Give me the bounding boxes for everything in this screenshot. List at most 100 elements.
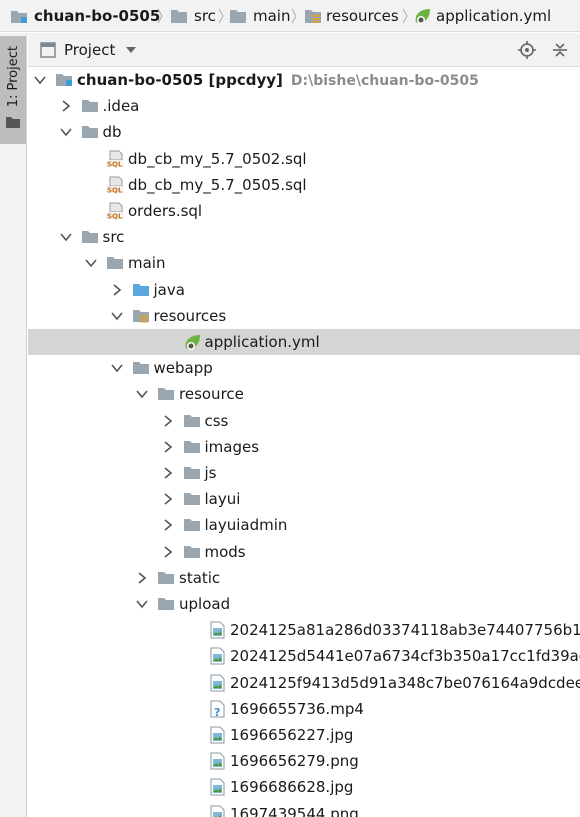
breadcrumb-item-resources[interactable]: resources [304, 0, 399, 31]
tree-row[interactable]: layui [28, 486, 580, 512]
module-folder-icon [56, 74, 72, 86]
chevron-right-icon[interactable] [161, 518, 175, 532]
breadcrumb-item-project[interactable]: chuan-bo-0505 [10, 0, 161, 31]
image-file-icon [210, 805, 225, 817]
collapse-all-icon[interactable] [551, 41, 569, 59]
source-folder-icon [132, 283, 149, 296]
image-file-icon [210, 726, 225, 744]
tree-row[interactable]: .idea [28, 93, 580, 119]
folder-icon [158, 388, 174, 401]
tree-row[interactable]: db [28, 119, 580, 145]
tree-row[interactable]: resources [28, 303, 580, 329]
chevron-down-icon[interactable] [33, 73, 47, 87]
chevron-down-icon[interactable] [110, 309, 124, 323]
tree-row[interactable]: images [28, 434, 580, 460]
chevron-right-icon[interactable] [161, 440, 175, 454]
image-file-icon [210, 621, 225, 639]
tree-item-label: .idea [102, 97, 140, 116]
tree-item-label: chuan-bo-0505 [ppcdyy] D:\bishe\chuan-bo-… [77, 71, 479, 89]
sql-file-icon: SQL [106, 150, 124, 168]
tree-row[interactable]: src [28, 224, 580, 250]
crosshair-icon[interactable] [518, 41, 536, 59]
chevron-down-icon[interactable] [135, 597, 149, 611]
chevron-down-icon[interactable] [59, 230, 73, 244]
folder-icon [183, 493, 200, 506]
tree-item-label: orders.sql [128, 202, 203, 220]
tree-row[interactable]: js [28, 460, 580, 486]
tree-item-label: css [204, 411, 229, 430]
folder-icon [81, 100, 98, 113]
tree-item-label: layuiadmin [204, 516, 288, 535]
tree-row[interactable]: webapp [28, 355, 580, 381]
chevron-right-icon[interactable] [161, 414, 175, 428]
tree-row[interactable]: 1697439544.png [28, 801, 580, 817]
chevron-down-icon[interactable] [110, 361, 124, 375]
image-file-icon [210, 778, 225, 796]
breadcrumb-item-main[interactable]: main [229, 0, 290, 31]
tree-item-label: images [204, 437, 260, 456]
tree-row[interactable]: 1696656227.jpg [28, 722, 580, 748]
tree-row[interactable]: mods [28, 539, 580, 565]
tree-row[interactable]: SQL db_cb_my_5.7_0505.sql [28, 172, 580, 198]
tree-row[interactable]: 1696656279.png [28, 748, 580, 774]
folder-icon [158, 598, 174, 610]
breadcrumb-item-src[interactable]: src [170, 0, 216, 31]
tree-row[interactable]: css [28, 408, 580, 434]
chevron-down-icon[interactable] [126, 46, 136, 54]
tree-row[interactable]: 2024125d5441e07a6734cf3b350a17cc1fd39adb… [28, 643, 580, 669]
chevron-right-icon[interactable] [161, 492, 175, 506]
folder-icon [230, 10, 246, 23]
tree-item-label: 2024125d5441e07a6734cf3b350a17cc1fd39adb… [230, 647, 580, 666]
tree-row[interactable]: ? 1696655736.mp4 [28, 696, 580, 722]
tree-row[interactable]: SQL db_cb_my_5.7_0502.sql [28, 146, 580, 172]
chevron-right-icon [157, 8, 163, 24]
tree-row[interactable]: 2024125f9413d5d91a348c7be076164a9dcdee5J… [28, 670, 580, 696]
tree-row[interactable]: java [28, 277, 580, 303]
image-file-icon [210, 674, 225, 692]
chevron-right-icon [291, 8, 297, 24]
folder-icon [81, 126, 98, 139]
tree-item-label: js [204, 464, 217, 482]
tree-item-label: 2024125a81a286d03374118ab3e74407756b1f3b… [230, 621, 580, 640]
tree-row[interactable]: upload [28, 591, 580, 617]
folder-icon [183, 440, 200, 453]
tree-item-label: db_cb_my_5.7_0505.sql [128, 175, 307, 194]
svg-text:SQL: SQL [107, 160, 123, 168]
chevron-right-icon [218, 8, 224, 24]
tree-row[interactable]: SQL orders.sql [28, 198, 580, 224]
chevron-right-icon[interactable] [59, 99, 73, 113]
tree-item-label: 1696656227.jpg [230, 726, 354, 744]
project-tool-tab[interactable]: 1: Project [0, 36, 26, 144]
tree-item-label: resources [153, 306, 227, 325]
tree-row[interactable]: 1696686628.jpg [28, 774, 580, 800]
tree-row[interactable]: main [28, 250, 580, 276]
chevron-down-icon[interactable] [59, 125, 73, 139]
breadcrumb-label: src [194, 7, 216, 25]
tree-row[interactable]: resource [28, 381, 580, 407]
chevron-down-icon[interactable] [135, 387, 149, 401]
chevron-right-icon[interactable] [135, 571, 149, 585]
tree-row[interactable]: 2024125a81a286d03374118ab3e74407756b1f3b… [28, 617, 580, 643]
chevron-right-icon[interactable] [110, 283, 124, 297]
folder-icon [158, 571, 174, 584]
tree-row[interactable]: static [28, 565, 580, 591]
breadcrumb-label: resources [326, 7, 399, 25]
project-tree: chuan-bo-0505 [ppcdyy] D:\bishe\chuan-bo-… [28, 67, 580, 817]
folder-icon [183, 467, 200, 479]
tree-item-label: upload [179, 595, 231, 613]
project-view-title[interactable]: Project [64, 33, 115, 67]
breadcrumb-item-application-yml[interactable]: application.yml [413, 0, 551, 31]
chevron-right-icon[interactable] [161, 466, 175, 480]
tree-row[interactable]: chuan-bo-0505 [ppcdyy] D:\bishe\chuan-bo-… [28, 67, 580, 93]
module-folder-icon [11, 11, 27, 23]
folder-icon [107, 257, 123, 270]
tree-row[interactable]: layuiadmin [28, 512, 580, 538]
tree-item-label: application.yml [204, 333, 320, 351]
breadcrumb-label: chuan-bo-0505 [34, 7, 161, 25]
chevron-down-icon[interactable] [84, 256, 98, 270]
folder-icon [183, 414, 200, 427]
chevron-right-icon[interactable] [161, 545, 175, 559]
folder-icon [132, 362, 149, 375]
folder-icon [183, 519, 200, 532]
tree-row[interactable]: application.yml [28, 329, 580, 355]
